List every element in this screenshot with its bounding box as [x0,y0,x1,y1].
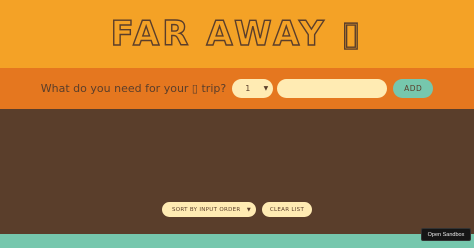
app-logo: FAR AWAY ▯ [110,13,364,54]
quantity-value: 1 [245,84,251,93]
quantity-select[interactable]: 1 ▼ [232,79,274,98]
stats-footer [0,234,474,248]
sort-select[interactable]: SORT BY INPUT ORDER ▼ [162,202,256,217]
list-actions: SORT BY INPUT ORDER ▼ CLEAR LIST [0,202,474,218]
app-header: FAR AWAY ▯ [0,0,474,68]
chevron-down-icon: ▼ [246,206,251,213]
item-input[interactable] [277,79,388,98]
form-prompt: What do you need for your ▯ trip? [40,82,227,95]
chevron-down-icon: ▼ [263,85,269,92]
add-item-form: What do you need for your ▯ trip? 1 ▼ AD… [0,68,474,109]
sort-value: SORT BY INPUT ORDER [172,206,241,213]
open-sandbox-button[interactable]: Open Sandbox [421,228,471,241]
clear-list-button[interactable]: CLEAR LIST [262,202,312,217]
add-button[interactable]: ADD [393,79,434,98]
